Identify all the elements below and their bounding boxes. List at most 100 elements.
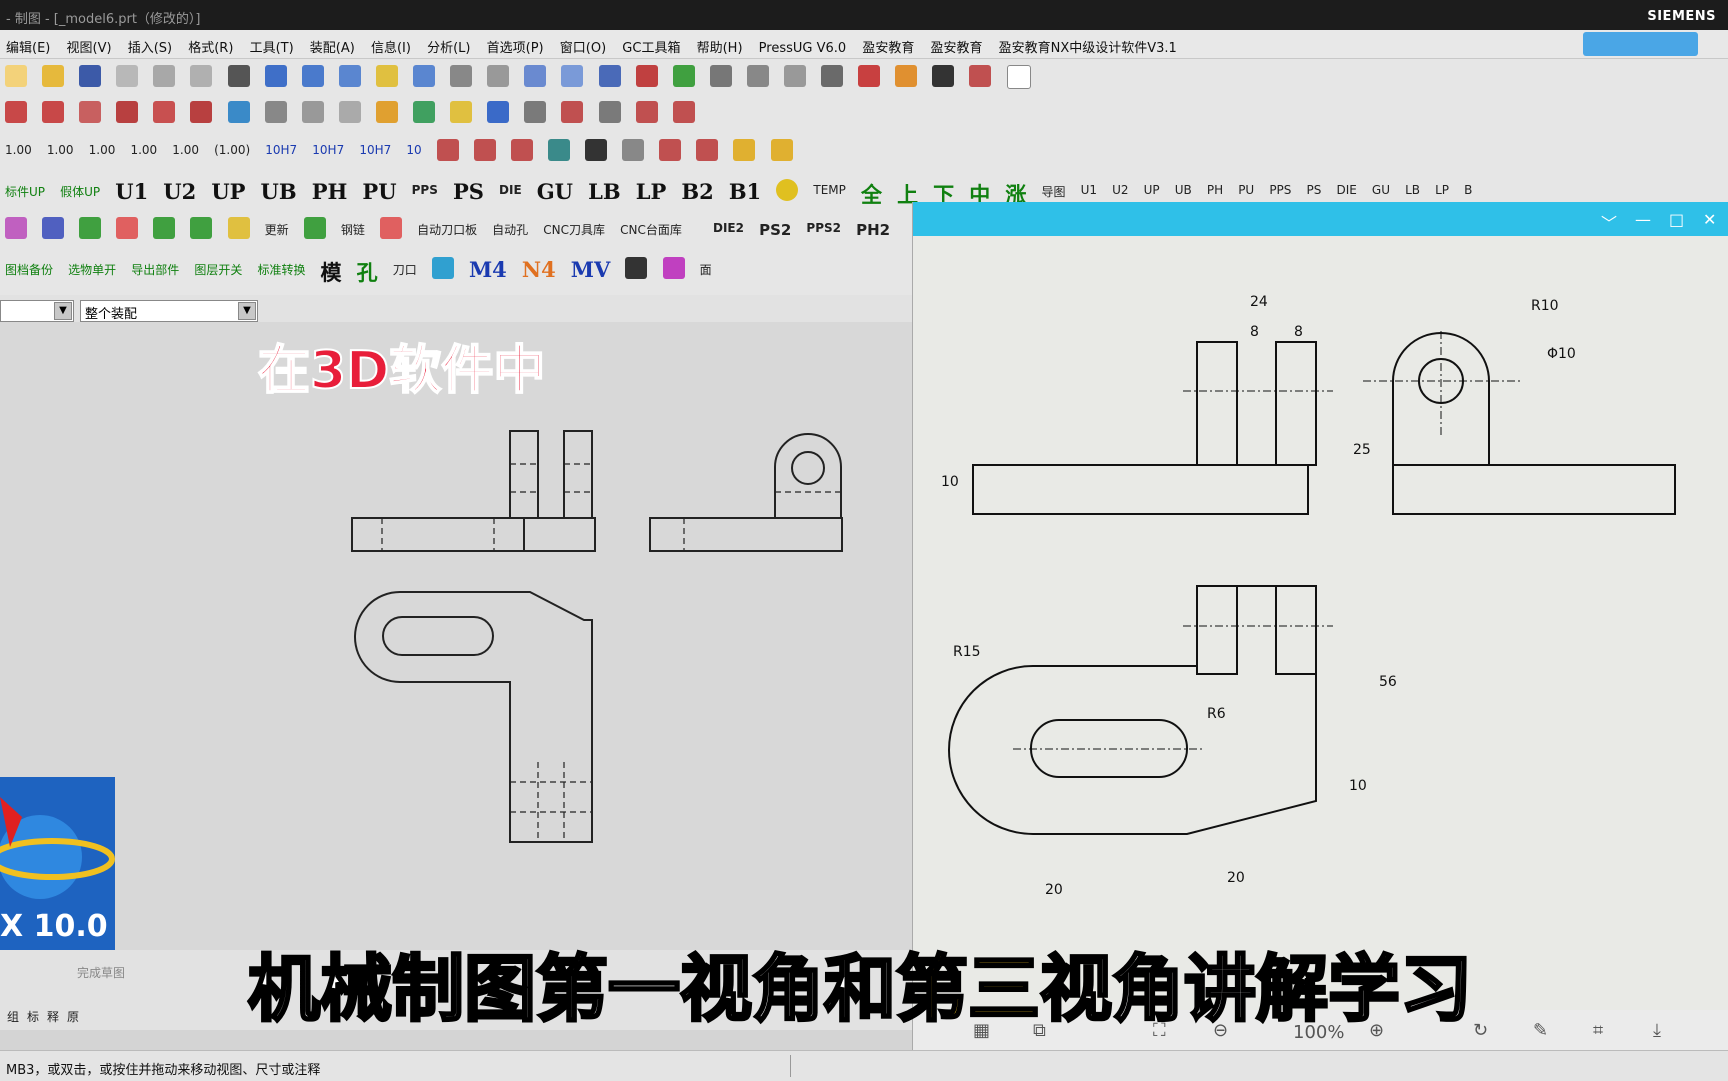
fit-label-2[interactable]: 10H7 (312, 143, 344, 157)
menu-pressug[interactable]: PressUG V6.0 (753, 34, 853, 56)
cloud-button[interactable] (1583, 32, 1698, 56)
tb-ph2[interactable]: PH2 (856, 221, 890, 239)
tolerance-icon[interactable] (858, 65, 881, 87)
tb-chain[interactable]: 钢链 (341, 221, 365, 238)
tb-layer[interactable]: 图层开关 (194, 261, 242, 278)
menu-preferences[interactable]: 首选项(P) (481, 30, 550, 56)
diameter-icon[interactable] (510, 139, 533, 161)
menu-info[interactable]: 信息(I) (365, 30, 417, 56)
stock-icon[interactable] (733, 139, 756, 161)
part-nav-icon[interactable] (5, 101, 27, 123)
download-icon[interactable]: ⤓ (1653, 1020, 1661, 1041)
tb-std-up[interactable]: 标件UP (5, 183, 45, 200)
tb-r-pu[interactable]: PU (1238, 183, 1254, 197)
tb-r-gu[interactable]: GU (1372, 183, 1390, 197)
tb-r-up[interactable]: UP (1144, 183, 1160, 197)
menu-edit[interactable]: 编辑(E) (0, 30, 56, 56)
guide-icon[interactable] (190, 217, 213, 239)
tol-label-5[interactable]: 1.00 (172, 143, 199, 157)
tol-label-6[interactable]: (1.00) (214, 143, 250, 157)
tb-ph[interactable]: PH (312, 179, 348, 204)
curve-icon[interactable] (598, 101, 621, 123)
tol-label-2[interactable]: 1.00 (47, 143, 74, 157)
crop-icon[interactable]: ⌗ (1593, 1020, 1603, 1041)
paste-icon[interactable] (190, 65, 213, 87)
tb-update[interactable]: 更新 (265, 221, 289, 238)
xyz-icon[interactable] (969, 65, 992, 87)
tb-cnc-table[interactable]: CNC台面库 (620, 221, 682, 238)
tb-backup[interactable]: 图档备份 (5, 261, 53, 278)
tb-gu[interactable]: GU (537, 179, 573, 204)
tb-ps[interactable]: PS (453, 179, 484, 204)
close-icon[interactable]: ✕ (1703, 210, 1716, 229)
tb-auto-knife[interactable]: 自动刀口板 (417, 221, 477, 238)
tb-pu[interactable]: PU (362, 179, 396, 204)
tb-r-lb[interactable]: LB (1405, 183, 1420, 197)
pattern-icon[interactable] (450, 101, 473, 123)
extend-icon[interactable] (672, 101, 695, 123)
tb-m4[interactable]: M4 (469, 257, 507, 282)
view-icon[interactable] (709, 65, 732, 87)
tb-die2[interactable]: DIE2 (713, 221, 744, 235)
menu-window[interactable]: 窗口(O) (554, 30, 612, 56)
dimension-icon[interactable] (895, 65, 918, 87)
hole-icon[interactable] (659, 139, 682, 161)
tb-all[interactable]: 全 (861, 179, 882, 209)
new-file-icon[interactable] (5, 65, 27, 87)
clamp-icon[interactable] (379, 217, 402, 239)
cut-icon[interactable] (116, 65, 139, 87)
tb-auto-hole[interactable]: 自动孔 (492, 221, 528, 238)
chevron-down-icon[interactable]: ﹀ (1601, 210, 1617, 234)
edit-icon[interactable]: ✎ (1533, 1020, 1548, 1041)
fit-label-3[interactable]: 10H7 (359, 143, 391, 157)
gear-icon[interactable] (42, 217, 65, 239)
tb-r-b[interactable]: B (1464, 183, 1472, 197)
assembly-scope-select[interactable]: 整个装配 ▼ (80, 300, 258, 322)
tb-r-pps[interactable]: PPS (1269, 183, 1291, 197)
tb-pps2[interactable]: PPS2 (806, 221, 841, 235)
safety-icon[interactable] (116, 217, 139, 239)
knife-icon[interactable] (227, 217, 250, 239)
tb-u2[interactable]: U2 (163, 179, 196, 204)
open-folder-icon[interactable] (42, 65, 65, 87)
part-icon[interactable] (5, 217, 27, 239)
delete-icon[interactable] (227, 65, 250, 87)
tb-die[interactable]: DIE (499, 183, 522, 197)
component-icon[interactable] (153, 101, 176, 123)
extrude-icon[interactable] (301, 101, 324, 123)
rotate-icon[interactable]: ↻ (1473, 1020, 1488, 1041)
blue-shape-icon[interactable] (431, 257, 454, 279)
menu-yingan-1[interactable]: 盈安教育 (856, 30, 920, 56)
filter-icon[interactable] (622, 139, 645, 161)
menu-assembly[interactable]: 装配(A) (304, 30, 361, 56)
tb-convert[interactable]: 标准转换 (257, 261, 305, 278)
plus-icon[interactable] (524, 101, 547, 123)
ring-icon[interactable] (776, 179, 799, 201)
measure-icon[interactable] (375, 65, 398, 87)
tb-r-ub[interactable]: UB (1175, 183, 1192, 197)
fit-view-icon[interactable] (301, 65, 324, 87)
group-label[interactable]: 组 (7, 1008, 19, 1025)
finish-sketch-button[interactable]: 完成草图 (77, 964, 125, 981)
drawing-canvas[interactable] (0, 322, 912, 950)
release-label[interactable]: 释 (47, 1008, 59, 1025)
tb-b2[interactable]: B2 (681, 179, 713, 204)
tb-n4[interactable]: N4 (522, 257, 556, 282)
chevron-down-icon[interactable]: ▼ (54, 302, 72, 320)
tb-lb[interactable]: LB (588, 179, 621, 204)
tb-temp[interactable]: TEMP (813, 183, 846, 197)
grid-icon[interactable] (821, 65, 844, 87)
trim-icon[interactable] (635, 101, 658, 123)
menu-analysis[interactable]: 分析(L) (421, 30, 476, 56)
menu-help[interactable]: 帮助(H) (691, 30, 749, 56)
constraint-icon[interactable] (79, 101, 102, 123)
tb-r-u2[interactable]: U2 (1112, 183, 1128, 197)
copy-chain-icon[interactable] (303, 217, 326, 239)
tb-ps2[interactable]: PS2 (759, 221, 791, 239)
mirror-icon[interactable] (190, 101, 213, 123)
shade-icon[interactable] (450, 65, 473, 87)
feature-icon[interactable] (264, 101, 287, 123)
symbol-icon[interactable] (473, 139, 496, 161)
tb-mold[interactable]: 模 (321, 257, 342, 287)
detail-icon[interactable] (783, 65, 806, 87)
